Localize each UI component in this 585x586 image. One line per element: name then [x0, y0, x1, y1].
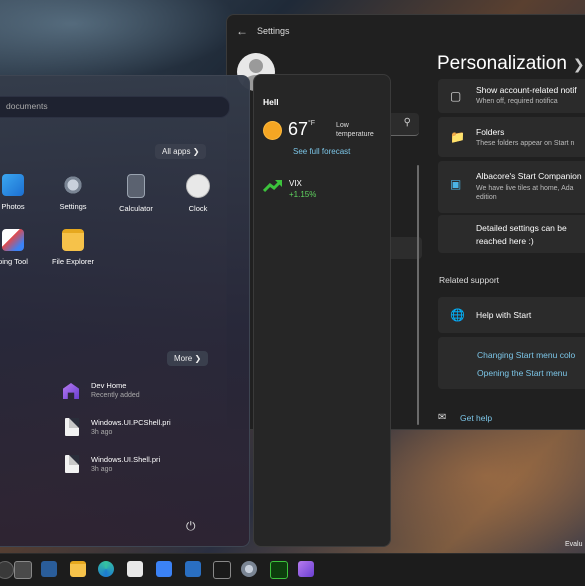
setting-card-start-companion[interactable]: ▣ Albacore's Start Companion We have liv… [438, 161, 585, 213]
document-icon [65, 418, 79, 436]
pinned-app-file-explorer[interactable]: File Explorer [43, 229, 103, 266]
widget-panel: Hell 67 °F Low temperature See full fore… [253, 74, 391, 547]
stock-name[interactable]: VIX [289, 179, 302, 188]
start-menu: documents All apps ❯ Photos Settings Cal… [0, 75, 250, 547]
related-support-heading: Related support [439, 275, 500, 285]
clock-icon [186, 174, 210, 198]
all-apps-button[interactable]: All apps ❯ [155, 144, 207, 159]
evaluation-watermark: Evalu [565, 541, 583, 548]
gear-icon [62, 174, 84, 196]
help-icon: ✉ [438, 412, 447, 423]
temperature-unit: °F [308, 120, 316, 127]
app-icon: ▣ [450, 177, 462, 191]
sun-icon [264, 122, 281, 139]
search-icon[interactable] [0, 561, 14, 579]
page-title: Personalization ❯ [437, 53, 585, 74]
settings-titlebar: ← Settings [227, 15, 585, 47]
terminal-icon[interactable] [213, 561, 231, 579]
edge-icon[interactable] [98, 561, 114, 577]
folder-icon: 📁 [450, 130, 465, 144]
power-icon[interactable]: ⏻ [186, 519, 196, 534]
setting-card-folders[interactable]: 📁 Folders These folders appear on Start … [438, 117, 585, 157]
pinned-app-settings[interactable]: Settings [43, 174, 103, 211]
globe-icon: 🌐 [450, 308, 465, 322]
weather-location: Hell [263, 97, 279, 107]
start-search-input[interactable]: documents [0, 96, 230, 118]
weather-condition: Low temperature [336, 122, 374, 138]
dev-home-icon [63, 383, 79, 399]
temperature-value: 67 [288, 119, 309, 139]
snipping-tool-icon [2, 229, 24, 251]
app-icon[interactable] [270, 561, 288, 579]
pinned-app-photos[interactable]: Photos [0, 174, 43, 211]
see-full-forecast-link[interactable]: See full forecast [293, 147, 350, 156]
setting-card-notifications[interactable]: ▢ Show account-related notif When off, r… [438, 79, 585, 113]
gear-icon[interactable] [241, 561, 257, 577]
search-icon: ⚲ [403, 117, 411, 128]
help-links-panel [438, 337, 585, 389]
chevron-right-icon: ❯ [572, 56, 585, 72]
folder-icon [62, 229, 84, 251]
notepad-icon[interactable] [156, 561, 172, 577]
back-arrow-icon[interactable]: ← [227, 24, 257, 38]
get-help-link[interactable]: Get help [460, 413, 492, 423]
app-icon[interactable] [185, 561, 201, 577]
help-with-start-card[interactable]: 🌐 Help with Start [438, 297, 585, 333]
scrollbar[interactable] [417, 165, 419, 425]
task-view-icon[interactable] [14, 561, 32, 579]
store-icon[interactable] [127, 561, 143, 577]
notification-square-icon: ▢ [450, 89, 462, 103]
document-icon [65, 455, 79, 473]
widgets-icon[interactable] [41, 561, 57, 577]
link-changing-start-colors[interactable]: Changing Start menu colo [477, 350, 575, 360]
wallpaper-glow [0, 0, 240, 80]
pinned-app-calculator[interactable]: Calculator [106, 174, 166, 213]
trend-up-icon [263, 179, 283, 193]
file-explorer-icon[interactable] [70, 561, 86, 577]
settings-title: Settings [257, 26, 290, 36]
taskbar [0, 553, 585, 586]
photos-icon [2, 174, 24, 196]
setting-card-detailed[interactable]: Detailed settings can be reached here :) [438, 215, 585, 253]
dev-home-icon[interactable] [298, 561, 314, 577]
stock-change: +1.15% [289, 190, 317, 199]
pinned-app-clock[interactable]: Clock [168, 174, 228, 213]
pinned-app-snipping-tool[interactable]: ping Tool [0, 229, 43, 266]
link-opening-start-menu[interactable]: Opening the Start menu [477, 368, 567, 378]
calculator-icon [127, 174, 145, 198]
more-button[interactable]: More ❯ [167, 351, 209, 366]
